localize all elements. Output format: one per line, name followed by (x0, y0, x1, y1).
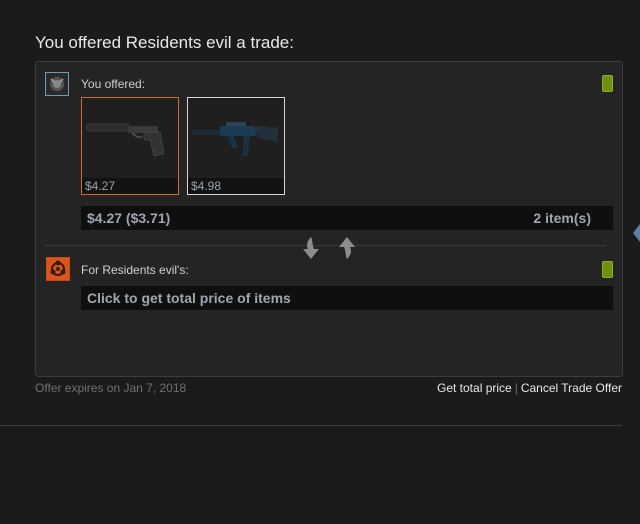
offer-bottom-divider (0, 425, 622, 426)
item-price: $4.98 (188, 178, 284, 194)
pistol-item-icon (85, 123, 165, 157)
you-offered-label: You offered: (81, 77, 146, 91)
offered-item-rifle[interactable]: $4.98 (187, 97, 285, 195)
my-avatar[interactable] (45, 72, 69, 96)
offer-actions: Get total price | Cancel Trade Offer (437, 381, 622, 395)
partner-price-prompt: Click to get total price of items (87, 290, 291, 306)
get-partner-total-price[interactable]: Click to get total price of items (81, 286, 613, 310)
my-items-summary: $4.27 ($3.71) 2 item(s) (81, 206, 613, 230)
trade-offer-title: You offered Residents evil a trade: (35, 33, 294, 52)
partner-avatar[interactable] (46, 257, 70, 281)
offer-expiry: Offer expires on Jan 7, 2018 (35, 381, 187, 395)
get-total-price-link[interactable]: Get total price (437, 381, 512, 395)
wolf-avatar-icon (46, 73, 68, 95)
arrow-down-icon (303, 237, 319, 259)
partner-status-indicator (602, 261, 613, 278)
for-partner-label: For Residents evil's: (81, 263, 189, 277)
item-price: $4.27 (82, 178, 178, 194)
my-status-indicator (602, 75, 613, 92)
offered-item-pistol[interactable]: $4.27 (81, 97, 179, 195)
arrow-up-icon (339, 237, 355, 259)
rifle-item-icon (192, 122, 278, 156)
cancel-trade-offer-link[interactable]: Cancel Trade Offer (521, 381, 622, 395)
side-tab-arrow-icon[interactable] (633, 224, 640, 242)
my-item-count: 2 item(s) (533, 210, 591, 226)
section-divider (44, 245, 606, 246)
my-total-price: $4.27 ($3.71) (87, 210, 171, 226)
biohazard-avatar-icon (47, 258, 69, 280)
separator: | (514, 381, 518, 395)
